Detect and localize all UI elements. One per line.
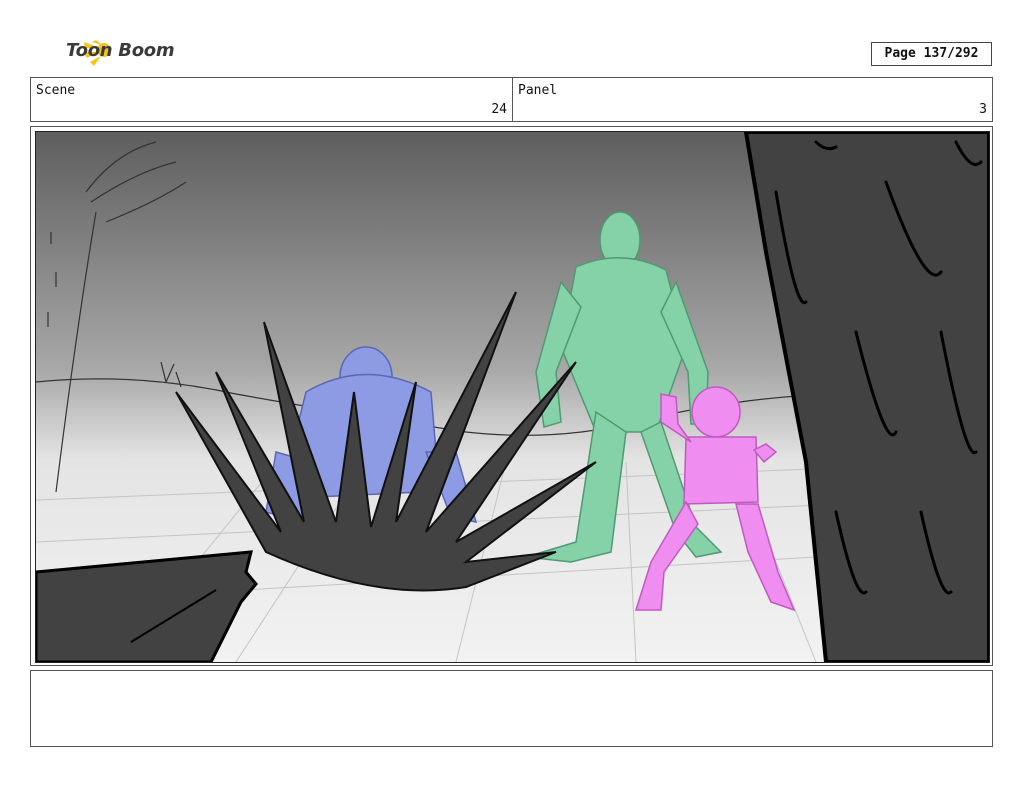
panel-label: Panel [518, 83, 558, 98]
scene-cell: Scene 24 [31, 78, 513, 121]
scene-number: 24 [491, 102, 507, 117]
panel-number: 3 [979, 102, 987, 117]
storyboard-frame [30, 126, 993, 666]
brand-name: Toon Boom [66, 40, 175, 61]
panel-notes [30, 670, 993, 747]
panel-cell: Panel 3 [513, 78, 992, 121]
storyboard-image [35, 131, 990, 663]
scene-panel-header: Scene 24 Panel 3 [30, 77, 993, 122]
page-indicator: Page 137/292 [871, 42, 992, 66]
scene-label: Scene [36, 83, 76, 98]
storyboard-drawing [36, 132, 989, 662]
